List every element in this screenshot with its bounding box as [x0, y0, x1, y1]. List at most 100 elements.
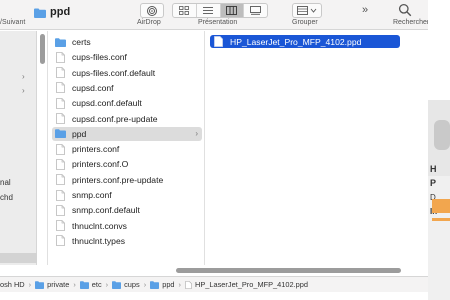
file-row[interactable]: printers.conf.O	[52, 157, 202, 171]
sidebar: › › nal chd	[0, 31, 37, 265]
file-row[interactable]: cups-files.conf	[52, 50, 202, 64]
background-text: H	[430, 164, 437, 174]
folder-icon	[34, 8, 46, 18]
file-name: cupsd.conf.default	[72, 98, 142, 109]
search-label: Rechercher	[393, 19, 430, 26]
chevron-right-icon[interactable]: ›	[22, 86, 25, 95]
file-name: snmp.conf.default	[72, 205, 140, 216]
document-icon	[56, 235, 65, 247]
file-row-selected[interactable]: HP_LaserJet_Pro_MFP_4102.ppd	[210, 35, 400, 48]
background-window: H P D In	[428, 0, 450, 300]
file-name: HP_LaserJet_Pro_MFP_4102.ppd	[230, 36, 362, 47]
file-row[interactable]: thnuclnt.convs	[52, 219, 202, 233]
column-cups: certs cups-files.conf cups-files.conf.defa…	[49, 31, 205, 265]
mail-icon	[432, 199, 450, 213]
file-row[interactable]: printers.conf.pre-update	[52, 173, 202, 187]
file-name: cupsd.conf.pre-update	[72, 113, 158, 124]
document-icon	[56, 189, 65, 201]
document-icon	[56, 204, 65, 216]
file-row[interactable]: cupsd.conf.pre-update	[52, 112, 202, 126]
folder-icon	[55, 37, 66, 47]
breadcrumb-item[interactable]: private	[35, 280, 69, 289]
horizontal-scrollbar[interactable]	[176, 268, 401, 273]
folder-row[interactable]: ppd ›	[52, 126, 202, 141]
airdrop-button[interactable]	[140, 3, 164, 18]
accent-bar	[432, 218, 450, 221]
column-etc-clipped	[38, 31, 48, 265]
back-forward-label[interactable]: /Suivant	[0, 19, 25, 26]
breadcrumb-label: ppd	[162, 280, 175, 289]
file-name: printers.conf	[72, 144, 120, 155]
more-toolbar-button[interactable]: »	[362, 4, 368, 16]
document-icon	[214, 36, 223, 47]
group-icon	[297, 6, 317, 15]
breadcrumb-label: etc	[91, 280, 102, 289]
breadcrumb-item[interactable]: etc	[79, 280, 102, 289]
breadcrumb-label: osh HD	[0, 280, 25, 289]
path-bar: osh HD › private › etc › cups › ppd › HP_LaserJet_…	[0, 276, 428, 292]
breadcrumb-item[interactable]: osh HD	[0, 280, 25, 289]
grid-icon	[179, 6, 190, 15]
file-row[interactable]: cupsd.conf.default	[52, 96, 202, 110]
file-name: cups-files.conf	[72, 52, 127, 63]
background-panel-top	[428, 0, 450, 100]
document-icon	[56, 174, 65, 186]
gallery-icon	[250, 6, 262, 15]
file-name: ppd	[72, 128, 87, 139]
group-button[interactable]	[292, 3, 322, 18]
file-name: cupsd.conf	[72, 82, 114, 93]
breadcrumb-item[interactable]: ppd	[150, 280, 175, 289]
file-row[interactable]: thnuclnt.types	[52, 234, 202, 248]
folder-icon	[150, 280, 160, 289]
document-icon	[56, 97, 65, 109]
search-icon[interactable]	[398, 3, 412, 17]
file-name: snmp.conf	[72, 190, 112, 200]
airdrop-icon	[147, 6, 157, 16]
document-icon	[56, 82, 65, 94]
chevron-right-icon[interactable]: ›	[22, 72, 25, 81]
file-name: thnuclnt.types	[72, 235, 126, 246]
airdrop-label: AirDrop	[137, 19, 161, 26]
folder-icon	[55, 129, 66, 139]
breadcrumb-label: HP_LaserJet_Pro_MFP_4102.ppd	[195, 280, 308, 289]
document-icon	[56, 143, 65, 155]
group-label: Grouper	[292, 19, 318, 26]
file-row[interactable]: snmp.conf	[52, 188, 202, 202]
chevron-right-icon: ›	[178, 280, 182, 289]
list-icon	[203, 7, 214, 14]
icon-view-button[interactable]	[173, 4, 197, 17]
column-ppd: HP_LaserJet_Pro_MFP_4102.ppd	[206, 31, 428, 265]
document-icon	[56, 51, 65, 63]
file-row[interactable]: cupsd.conf	[52, 81, 202, 95]
file-name: certs	[72, 37, 91, 47]
breadcrumb-label: cups	[124, 280, 140, 289]
folder-row[interactable]: certs	[52, 35, 202, 49]
sidebar-item-label[interactable]: nal	[0, 178, 11, 187]
vertical-scrollbar[interactable]	[40, 34, 45, 64]
list-view-button[interactable]	[197, 4, 221, 17]
breadcrumb-label: private	[47, 280, 70, 289]
breadcrumb-item[interactable]: cups	[112, 280, 140, 289]
sidebar-item-label[interactable]: chd	[0, 193, 13, 202]
document-icon	[56, 158, 65, 170]
column-view-button[interactable]	[220, 4, 245, 17]
document-icon	[56, 220, 65, 231]
gallery-view-button[interactable]	[244, 4, 267, 17]
file-row[interactable]: snmp.conf.default	[52, 203, 202, 217]
chevron-right-icon: ›	[105, 280, 109, 289]
breadcrumb-item[interactable]: HP_LaserJet_Pro_MFP_4102.ppd	[185, 280, 308, 289]
file-row[interactable]: cups-files.conf.default	[52, 66, 202, 80]
avatar	[434, 120, 450, 150]
views-label: Présentation	[198, 19, 238, 26]
sidebar-selected-item[interactable]	[0, 253, 37, 263]
file-row[interactable]: printers.conf	[52, 142, 202, 156]
chevron-right-icon: ›	[143, 280, 147, 289]
finder-toolbar: /Suivant ppd AirDrop Présentation Groupe…	[0, 0, 430, 30]
file-name: printers.conf.O	[72, 159, 129, 170]
document-icon	[56, 113, 65, 124]
folder-icon	[35, 280, 45, 289]
chevron-right-icon: ›	[28, 280, 32, 289]
chevron-right-icon: ›	[195, 129, 198, 139]
chevron-right-icon: ›	[73, 280, 76, 289]
view-switcher[interactable]	[172, 3, 268, 18]
